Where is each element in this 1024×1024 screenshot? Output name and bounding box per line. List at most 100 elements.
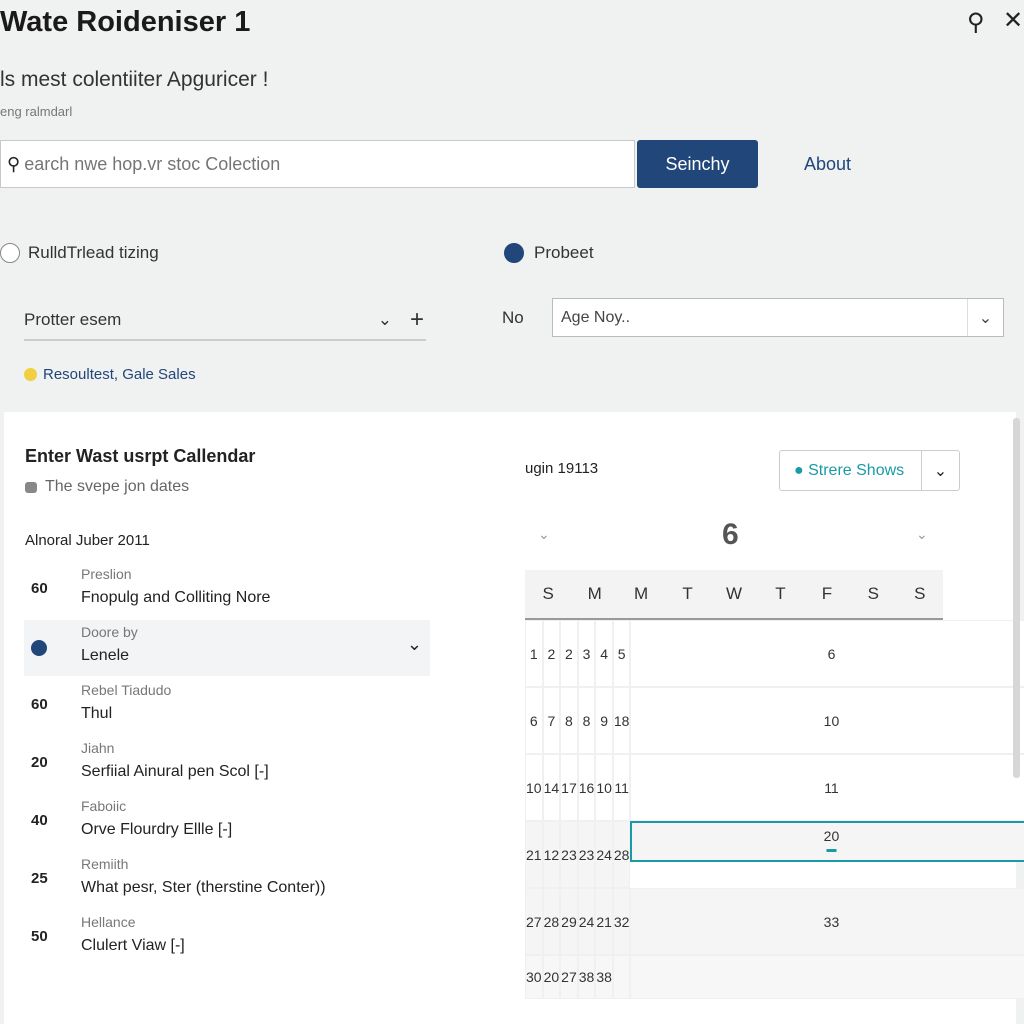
next-month-icon[interactable]: ⌄ — [916, 526, 928, 543]
calendar-day[interactable]: 23 — [577, 821, 596, 888]
store-shows-label[interactable]: ● Strere Shows — [780, 462, 921, 480]
day-number: 24 — [578, 913, 595, 930]
about-link[interactable]: About — [804, 154, 851, 175]
weekday-header: S — [914, 584, 926, 603]
item-key: Rebel Tiadudo — [81, 682, 172, 698]
list-item[interactable]: 60 Rebel Tiadudo Thul — [24, 678, 430, 734]
chevron-down-icon[interactable]: ⌄ — [967, 299, 1003, 336]
calendar-day[interactable]: 5 — [612, 620, 631, 687]
calendar-day[interactable]: 23 — [560, 821, 578, 888]
calendar-day[interactable]: 18 — [612, 687, 631, 754]
calendar-day[interactable]: 8 — [560, 687, 578, 754]
calendar-day[interactable]: 1 — [525, 620, 543, 687]
calendar-day[interactable]: 21 — [595, 888, 613, 955]
close-icon[interactable]: ✕ — [1003, 6, 1023, 35]
weekday-header: S — [867, 584, 879, 603]
radio-button-checked[interactable] — [504, 243, 524, 263]
calendar-day[interactable]: 27 — [560, 955, 578, 999]
calendar-day[interactable]: 3 — [577, 620, 596, 687]
age-dropdown[interactable]: Age Noy.. ⌄ — [552, 298, 1004, 337]
calendar-day[interactable]: 21 — [525, 821, 543, 888]
list-item[interactable]: 20 Jiahn Serfiial Ainural pen Scol [-] — [24, 736, 430, 792]
item-value: Lenele — [81, 647, 130, 664]
item-value: Clulert Viaw [-] — [81, 937, 185, 954]
month-label: 6 — [722, 518, 739, 551]
item-value: Fnopulg and Colliting Nore — [81, 589, 271, 606]
calendar-day[interactable]: 12 — [542, 821, 561, 888]
day-number: 4 — [600, 645, 608, 662]
calendar-day[interactable]: 8 — [577, 687, 596, 754]
item-key: Hellance — [81, 914, 136, 930]
item-number: 60 — [31, 580, 48, 597]
list-item[interactable]: 25 Remiith What pesr, Ster (therstine Cont… — [24, 852, 430, 908]
search-button[interactable]: Seinchy — [637, 140, 758, 188]
calendar-day[interactable]: 2 — [560, 620, 578, 687]
chevron-down-icon[interactable]: ⌄ — [378, 310, 392, 330]
no-label: No — [502, 308, 524, 327]
day-number: 2 — [547, 645, 556, 662]
calendar-day[interactable]: 20 ▬ — [630, 821, 1024, 862]
day-number: 38 — [578, 969, 595, 985]
calendar-day[interactable]: 17 — [560, 754, 578, 821]
weekday-header: M — [634, 584, 649, 603]
calendar-day[interactable]: 11 — [630, 754, 1024, 821]
scrollbar[interactable] — [1013, 418, 1020, 778]
day-number: 21 — [596, 913, 612, 930]
calendar-day[interactable]: 6 — [630, 620, 1024, 687]
calendar-day[interactable]: 6 — [525, 687, 543, 754]
calendar-day — [612, 955, 631, 999]
radio-option-2[interactable]: Probeet — [504, 243, 594, 263]
calendar-day[interactable]: 2 — [542, 620, 561, 687]
calendar-day[interactable]: 32 — [612, 888, 631, 955]
radio-button[interactable] — [0, 243, 20, 263]
calendar-day[interactable]: 10 — [525, 754, 543, 821]
weekday-header: W — [725, 584, 743, 603]
calendar-day[interactable]: 9 — [595, 687, 613, 754]
calendar-day[interactable]: 20 — [542, 955, 561, 999]
list-item[interactable]: 40 Faboiic Orve Flourdry Ellle [-] — [24, 794, 430, 850]
item-value: Orve Flourdry Ellle [-] — [81, 821, 233, 838]
calendar-day[interactable]: 16 — [577, 754, 596, 821]
calendar-day[interactable]: 38 — [595, 955, 613, 999]
calendar-day[interactable]: 33 — [630, 888, 1024, 955]
list-item[interactable]: ⌄ Doore by Lenele — [24, 620, 430, 676]
calendar-day[interactable]: 10 — [595, 754, 613, 821]
calendar-day[interactable]: 30 — [525, 955, 543, 999]
search-icon[interactable]: ⚲ — [967, 8, 985, 37]
store-icon: ● — [794, 461, 809, 479]
calendar-day[interactable]: 14 — [542, 754, 561, 821]
search-bar[interactable]: ⚲ — [0, 140, 635, 188]
day-number: 7 — [547, 712, 556, 729]
calendar-day[interactable]: 27 — [525, 888, 543, 955]
radio-option-1[interactable]: RulldTrlead tizing — [0, 243, 159, 263]
calendar-day[interactable]: 4 — [595, 620, 613, 687]
search-input[interactable] — [24, 153, 634, 175]
calendar-day[interactable]: 24 — [577, 888, 596, 955]
calendar-day[interactable]: 11 — [612, 754, 631, 821]
calendar-day[interactable]: 24 — [595, 821, 613, 888]
select-value: Protter esem — [24, 309, 122, 329]
item-value: What pesr, Ster (therstine Conter)) — [81, 879, 326, 896]
weekday-header: S — [542, 584, 554, 603]
day-number: 17 — [561, 779, 577, 796]
calendar-day[interactable]: 10 — [630, 687, 1024, 754]
item-number: 50 — [31, 928, 48, 945]
plus-icon[interactable]: + — [410, 306, 424, 334]
calendar-day[interactable]: 28 — [612, 821, 631, 888]
list-item[interactable]: 60 Preslion Fnopulg and Colliting Nore — [24, 562, 430, 618]
calendar-day[interactable]: 7 — [542, 687, 561, 754]
caption: eng ralmdarl — [0, 104, 73, 119]
calendar-day[interactable]: 28 — [542, 888, 561, 955]
store-shows-button[interactable]: ● Strere Shows ⌄ — [779, 450, 960, 491]
day-number: 21 — [526, 846, 542, 863]
item-key: Jiahn — [81, 740, 115, 756]
page-subtitle: ls mest colentiiter Apguricer ! — [0, 68, 269, 91]
results-note[interactable]: Resoultest, Gale Sales — [24, 366, 196, 383]
chevron-down-icon[interactable]: ⌄ — [921, 451, 959, 490]
calendar-day[interactable]: 29 — [560, 888, 578, 955]
list-item[interactable]: 50 Hellance Clulert Viaw [-] — [24, 910, 430, 966]
calendar-day[interactable]: 38 — [577, 955, 596, 999]
prev-month-icon[interactable]: ⌄ — [538, 526, 550, 543]
chevron-down-icon[interactable]: ⌄ — [407, 634, 422, 655]
select-field[interactable]: Protter esem ⌄ + — [24, 300, 426, 341]
